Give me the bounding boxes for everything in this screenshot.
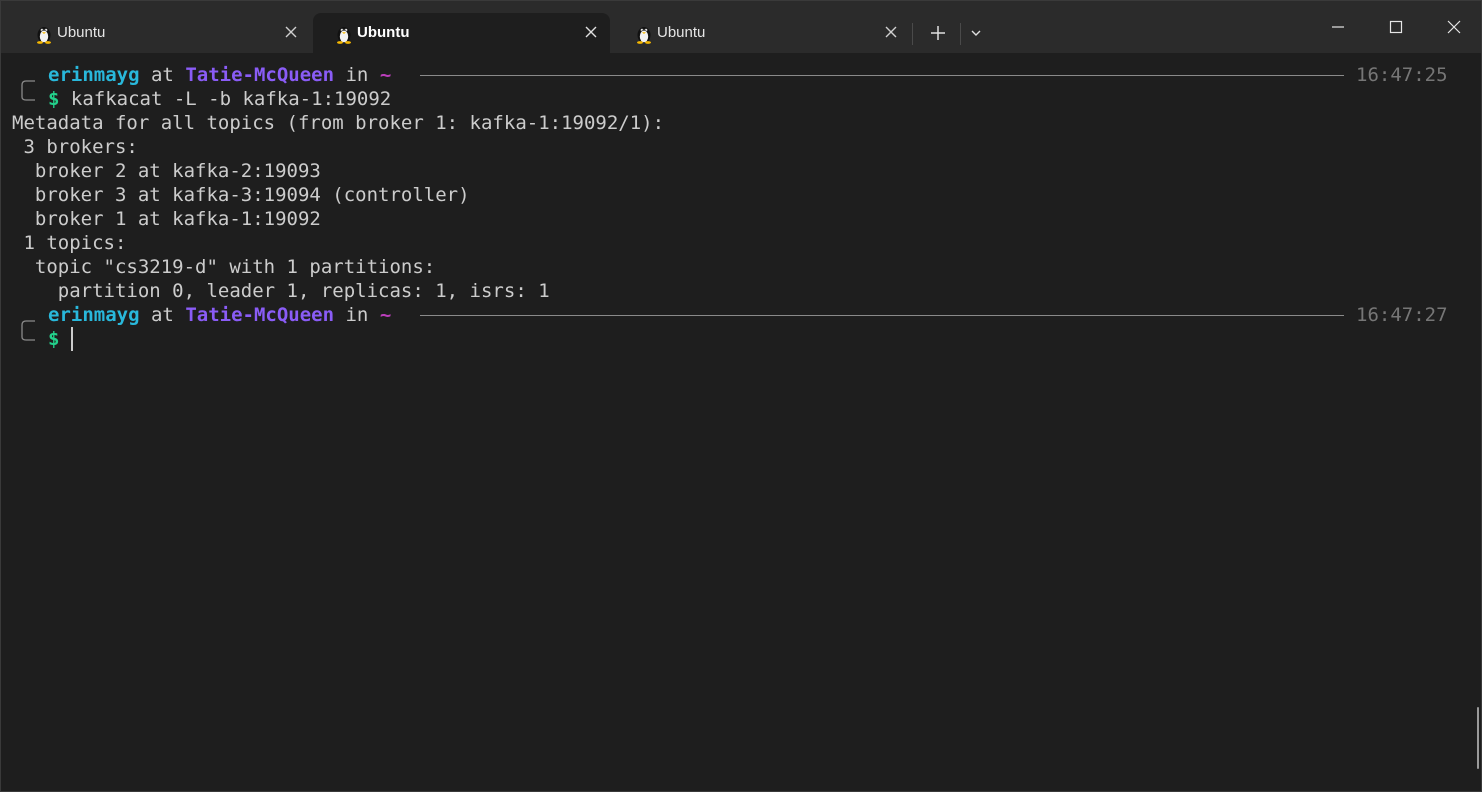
tab-divider bbox=[912, 23, 913, 45]
prompt-header: erinmayg at Tatie-McQueen in ~ bbox=[48, 63, 391, 87]
text-cursor bbox=[71, 327, 73, 351]
prompt-bracket bbox=[21, 80, 35, 101]
prompt-at: at bbox=[150, 304, 174, 326]
output-line: partition 0, leader 1, replicas: 1, isrs… bbox=[12, 280, 550, 302]
command-text: kafkacat -L -b kafka-1:19092 bbox=[70, 88, 392, 110]
prompt-symbol: $ bbox=[48, 88, 60, 110]
prompt-header: erinmayg at Tatie-McQueen in ~ bbox=[48, 303, 391, 327]
tux-icon bbox=[637, 27, 651, 44]
close-tab-icon[interactable] bbox=[584, 25, 598, 39]
chevron-down-icon[interactable] bbox=[963, 18, 989, 48]
terminal-window: Ubuntu Ubuntu Ubuntu erinmayg at Tatie-M… bbox=[0, 0, 1482, 792]
prompt-timestamp: 16:47:25 bbox=[1356, 64, 1448, 86]
prompt-host: Tatie-McQueen bbox=[185, 64, 335, 86]
prompt-in: in bbox=[345, 304, 369, 326]
output-line: broker 2 at kafka-2:19093 bbox=[12, 160, 321, 182]
prompt-user: erinmayg bbox=[48, 64, 140, 86]
close-icon bbox=[1447, 20, 1461, 34]
close-tab-icon[interactable] bbox=[284, 25, 298, 39]
tab-ubuntu-3[interactable]: Ubuntu bbox=[613, 13, 910, 53]
minimize-icon bbox=[1332, 26, 1344, 28]
output-line: 3 brokers: bbox=[12, 136, 138, 158]
scrollbar-thumb[interactable] bbox=[1477, 707, 1479, 769]
tab-ubuntu-1[interactable]: Ubuntu bbox=[13, 13, 310, 53]
prompt-host: Tatie-McQueen bbox=[185, 304, 335, 326]
tux-icon bbox=[37, 27, 51, 44]
terminal-content[interactable]: erinmayg at Tatie-McQueen in ~ 16:47:25 … bbox=[1, 53, 1481, 791]
prompt-user: erinmayg bbox=[48, 304, 140, 326]
close-tab-icon[interactable] bbox=[884, 25, 898, 39]
minimize-button[interactable] bbox=[1309, 1, 1367, 53]
prompt-dir: ~ bbox=[379, 304, 392, 326]
prompt-bracket bbox=[21, 320, 35, 341]
prompt-in: in bbox=[345, 64, 369, 86]
output-line: Metadata for all topics (from broker 1: … bbox=[12, 112, 665, 134]
output-line: broker 3 at kafka-3:19094 (controller) bbox=[12, 184, 470, 206]
tab-ubuntu-2-active[interactable]: Ubuntu bbox=[313, 13, 610, 53]
title-bar[interactable]: Ubuntu Ubuntu Ubuntu bbox=[1, 1, 1481, 53]
prompt-symbol: $ bbox=[48, 328, 60, 350]
close-window-button[interactable] bbox=[1425, 1, 1481, 53]
prompt-rule bbox=[420, 315, 1344, 316]
input-line[interactable]: $ bbox=[48, 327, 59, 351]
plus-icon[interactable] bbox=[923, 18, 953, 48]
command-line: $ kafkacat -L -b kafka-1:19092 bbox=[48, 87, 391, 111]
tux-icon bbox=[337, 27, 351, 44]
maximize-icon bbox=[1389, 20, 1403, 34]
tab-title: Ubuntu bbox=[657, 24, 706, 41]
output-line: topic "cs3219-d" with 1 partitions: bbox=[12, 256, 436, 278]
tab-divider bbox=[960, 23, 961, 45]
output-line: broker 1 at kafka-1:19092 bbox=[12, 208, 321, 230]
prompt-dir: ~ bbox=[379, 64, 392, 86]
prompt-at: at bbox=[150, 64, 174, 86]
prompt-timestamp: 16:47:27 bbox=[1356, 304, 1448, 326]
maximize-button[interactable] bbox=[1367, 1, 1425, 53]
tab-title: Ubuntu bbox=[57, 24, 106, 41]
tab-title: Ubuntu bbox=[357, 24, 410, 41]
prompt-rule bbox=[420, 75, 1344, 76]
output-line: 1 topics: bbox=[12, 232, 127, 254]
